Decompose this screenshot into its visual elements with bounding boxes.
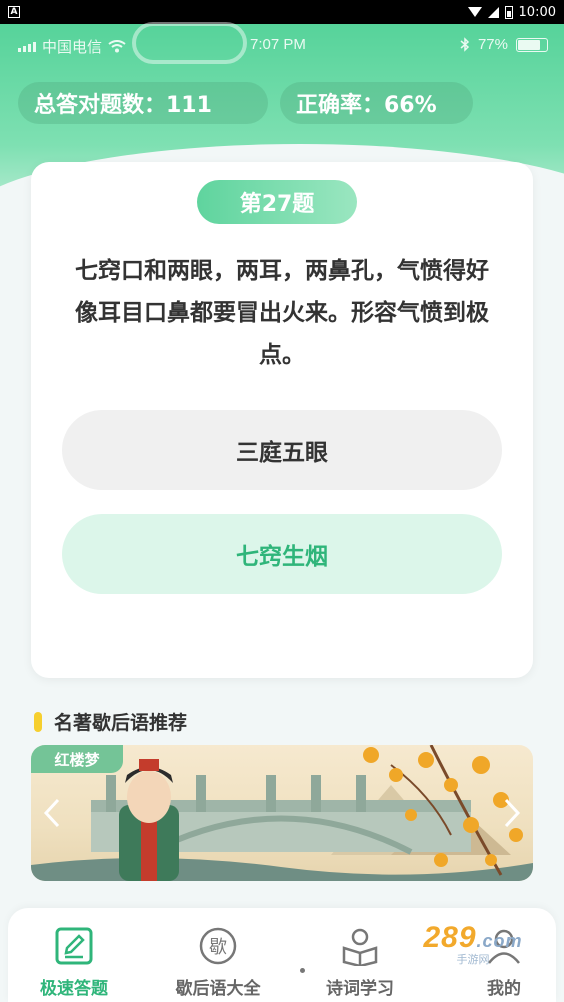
watermark-logo: 289.com	[423, 921, 523, 954]
signal-bars-icon	[18, 41, 36, 52]
answer-option-2[interactable]: 七窍生烟	[62, 514, 502, 594]
battery-info: 77%	[460, 36, 548, 53]
recommend-banner[interactable]: 红楼梦	[31, 745, 533, 881]
carrier-name: 中国电信	[42, 39, 103, 56]
answer-option-1[interactable]: 三庭五眼	[62, 410, 502, 490]
battery-icon	[516, 37, 548, 52]
site-watermark: 289.com 手游网	[398, 920, 548, 968]
chevron-left-icon	[43, 798, 60, 828]
banner-prev-button[interactable]	[37, 795, 67, 831]
nav-item-quick-answer[interactable]: 极速答题	[14, 926, 134, 1002]
banner-tag: 红楼梦	[31, 745, 123, 773]
battery-icon	[504, 5, 513, 19]
nav-label-poetry: 诗词学习	[326, 979, 394, 999]
wifi-icon	[108, 40, 126, 53]
question-number-badge: 第27题	[197, 180, 357, 224]
section-title-text: 名著歇后语推荐	[54, 712, 188, 734]
nav-label-xiehouyu: 歇后语大全	[175, 979, 261, 999]
carrier-info: 中国电信	[18, 36, 126, 57]
xie-seal-icon: 歇	[198, 926, 238, 966]
reading-icon	[340, 926, 380, 966]
chevron-right-icon	[504, 798, 521, 828]
question-text: 七窍口和两眼，两耳，两鼻孔，气愤得好像耳目口鼻都要冒出火来。形容气愤到极点。	[75, 258, 489, 368]
recommend-section-title: 名著歇后语推荐	[34, 708, 187, 735]
nav-label-quick-answer: 极速答题	[40, 979, 108, 999]
nav-dot	[300, 968, 305, 973]
system-time: 10:00	[518, 4, 556, 20]
section-marker	[34, 711, 42, 732]
wifi-icon	[467, 7, 482, 17]
watermark-sub: 手游网	[456, 953, 490, 966]
svg-text:歇: 歇	[209, 937, 227, 958]
nav-label-mine: 我的	[487, 979, 521, 999]
nav-item-xiehouyu[interactable]: 歇 歇后语大全	[158, 926, 278, 1002]
question-card: 第27题 七窍口和两眼，两耳，两鼻孔，气愤得好像耳目口鼻都要冒出火来。形容气愤到…	[31, 162, 533, 678]
bluetooth-icon	[460, 37, 470, 52]
cell-signal-icon	[487, 6, 499, 18]
notification-icon: A	[8, 6, 20, 18]
ios-time: 7:07 PM	[250, 36, 306, 53]
system-status-bar: A 10:00	[0, 0, 564, 24]
accuracy-stat: 正确率：66%	[280, 82, 473, 124]
battery-percent: 77%	[477, 36, 508, 53]
edit-icon	[54, 926, 94, 966]
banner-next-button[interactable]	[497, 795, 527, 831]
total-correct-stat: 总答对题数：111	[18, 82, 268, 124]
ios-status-bar: 中国电信 7:07 PM 77%	[0, 30, 564, 60]
